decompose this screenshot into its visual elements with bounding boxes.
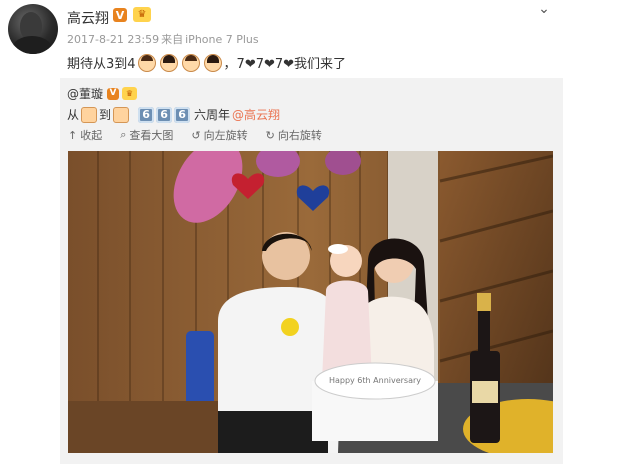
- rotate-left-label: 向左旋转: [203, 129, 248, 142]
- repost-card: @董璇 V ♛ 从 到 6 6 6 六周年 @高云翔 ↑ 收起 ⌕ 查看大图 ↺…: [60, 78, 563, 464]
- collapse-arrow-icon: ↑: [68, 128, 78, 142]
- magnifier-icon: ⌕: [120, 128, 127, 141]
- vip-crown-icon: ♛: [133, 7, 151, 22]
- keycap-six-icon: 6: [174, 106, 191, 123]
- repost-text-suffix: 六周年: [194, 108, 231, 122]
- post-text-suffix: ，7❤7❤7❤我们来了: [223, 57, 347, 72]
- rotate-left-button[interactable]: ↺ 向左旋转: [191, 127, 247, 143]
- chevron-down-icon[interactable]: ⌄: [537, 1, 551, 17]
- post-time[interactable]: 2017-8-21 23:59: [67, 33, 159, 46]
- photo-scene: Happy 6th Anniversary: [68, 151, 553, 453]
- avatar-shoulder: [12, 36, 52, 54]
- waving-hand-icon: [113, 106, 130, 123]
- rotate-right-label: 向右旋转: [277, 129, 322, 142]
- verified-v-icon: V: [107, 87, 120, 100]
- repost-author-line: @董璇 V ♛: [67, 85, 138, 102]
- rotate-left-icon: ↺: [191, 128, 201, 142]
- mention-link[interactable]: @高云翔: [232, 106, 280, 123]
- post-photo[interactable]: Happy 6th Anniversary: [68, 151, 553, 453]
- post-source-prefix: 来自: [161, 33, 184, 46]
- repost-author[interactable]: @董璇: [67, 85, 103, 102]
- boy-emoji-icon: [181, 53, 200, 72]
- victory-hand-icon: [81, 106, 98, 123]
- man-emoji-icon: [137, 53, 156, 72]
- keycap-six-icon: 6: [156, 106, 173, 123]
- author-avatar[interactable]: [8, 4, 58, 54]
- cake-inscription: Happy 6th Anniversary: [329, 376, 421, 385]
- author-name[interactable]: 高云翔: [67, 8, 109, 28]
- woman-emoji-icon: [159, 53, 178, 72]
- view-large-label: 查看大图: [129, 129, 174, 142]
- repost-text-from: 从: [67, 108, 80, 122]
- post-device[interactable]: iPhone 7 Plus: [185, 33, 259, 46]
- repost-text-to: 到: [99, 108, 112, 122]
- image-action-bar: ↑ 收起 ⌕ 查看大图 ↺ 向左旋转 ↻ 向右旋转: [68, 127, 322, 143]
- rotate-right-icon: ↻: [265, 128, 275, 142]
- collect-button[interactable]: ↑ 收起: [68, 127, 102, 143]
- vip-crown-icon: ♛: [122, 87, 138, 100]
- verified-v-icon: V: [113, 8, 127, 22]
- post-meta: 2017-8-21 23:59 来自 iPhone 7 Plus: [67, 31, 261, 47]
- collect-label: 收起: [80, 129, 103, 142]
- repost-text: 从 到 6 6 6 六周年 @高云翔: [67, 106, 280, 123]
- rotate-right-button[interactable]: ↻ 向右旋转: [266, 127, 322, 143]
- keycap-six-icon: 6: [138, 106, 155, 123]
- post-text-prefix: 期待从3到4: [67, 57, 136, 72]
- post-text: 期待从3到4 ，7❤7❤7❤我们来了: [67, 53, 346, 72]
- girl-emoji-icon: [203, 53, 222, 72]
- view-large-button[interactable]: ⌕ 查看大图: [120, 127, 173, 143]
